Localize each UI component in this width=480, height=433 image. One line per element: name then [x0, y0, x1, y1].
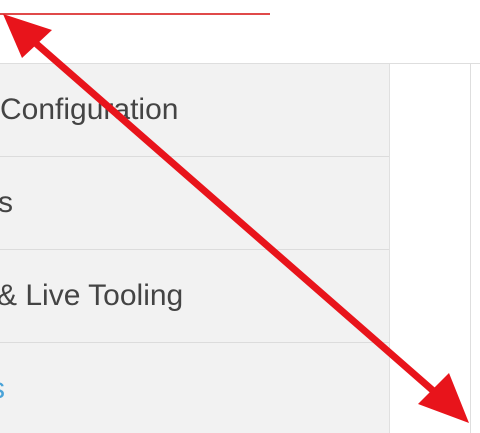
- menu-item-configuration[interactable]: Configuration: [0, 64, 389, 157]
- active-tab-underline: [0, 13, 270, 15]
- arrow-head-top-left: [3, 14, 52, 58]
- menu-item-2[interactable]: s: [0, 157, 389, 250]
- content-right-border: [470, 63, 471, 433]
- screenshot-stage: Configuration s & Live Tooling s: [0, 0, 480, 433]
- menu-item-label: s: [0, 186, 13, 219]
- menu-item-live-tooling[interactable]: & Live Tooling: [0, 250, 389, 343]
- sidebar-menu: Configuration s & Live Tooling s: [0, 64, 390, 433]
- menu-item-4[interactable]: s: [0, 343, 389, 433]
- menu-item-label: Configuration: [0, 93, 179, 126]
- arrow-head-bottom-right: [418, 373, 469, 423]
- menu-item-label: & Live Tooling: [0, 279, 184, 312]
- menu-item-label: s: [0, 372, 5, 406]
